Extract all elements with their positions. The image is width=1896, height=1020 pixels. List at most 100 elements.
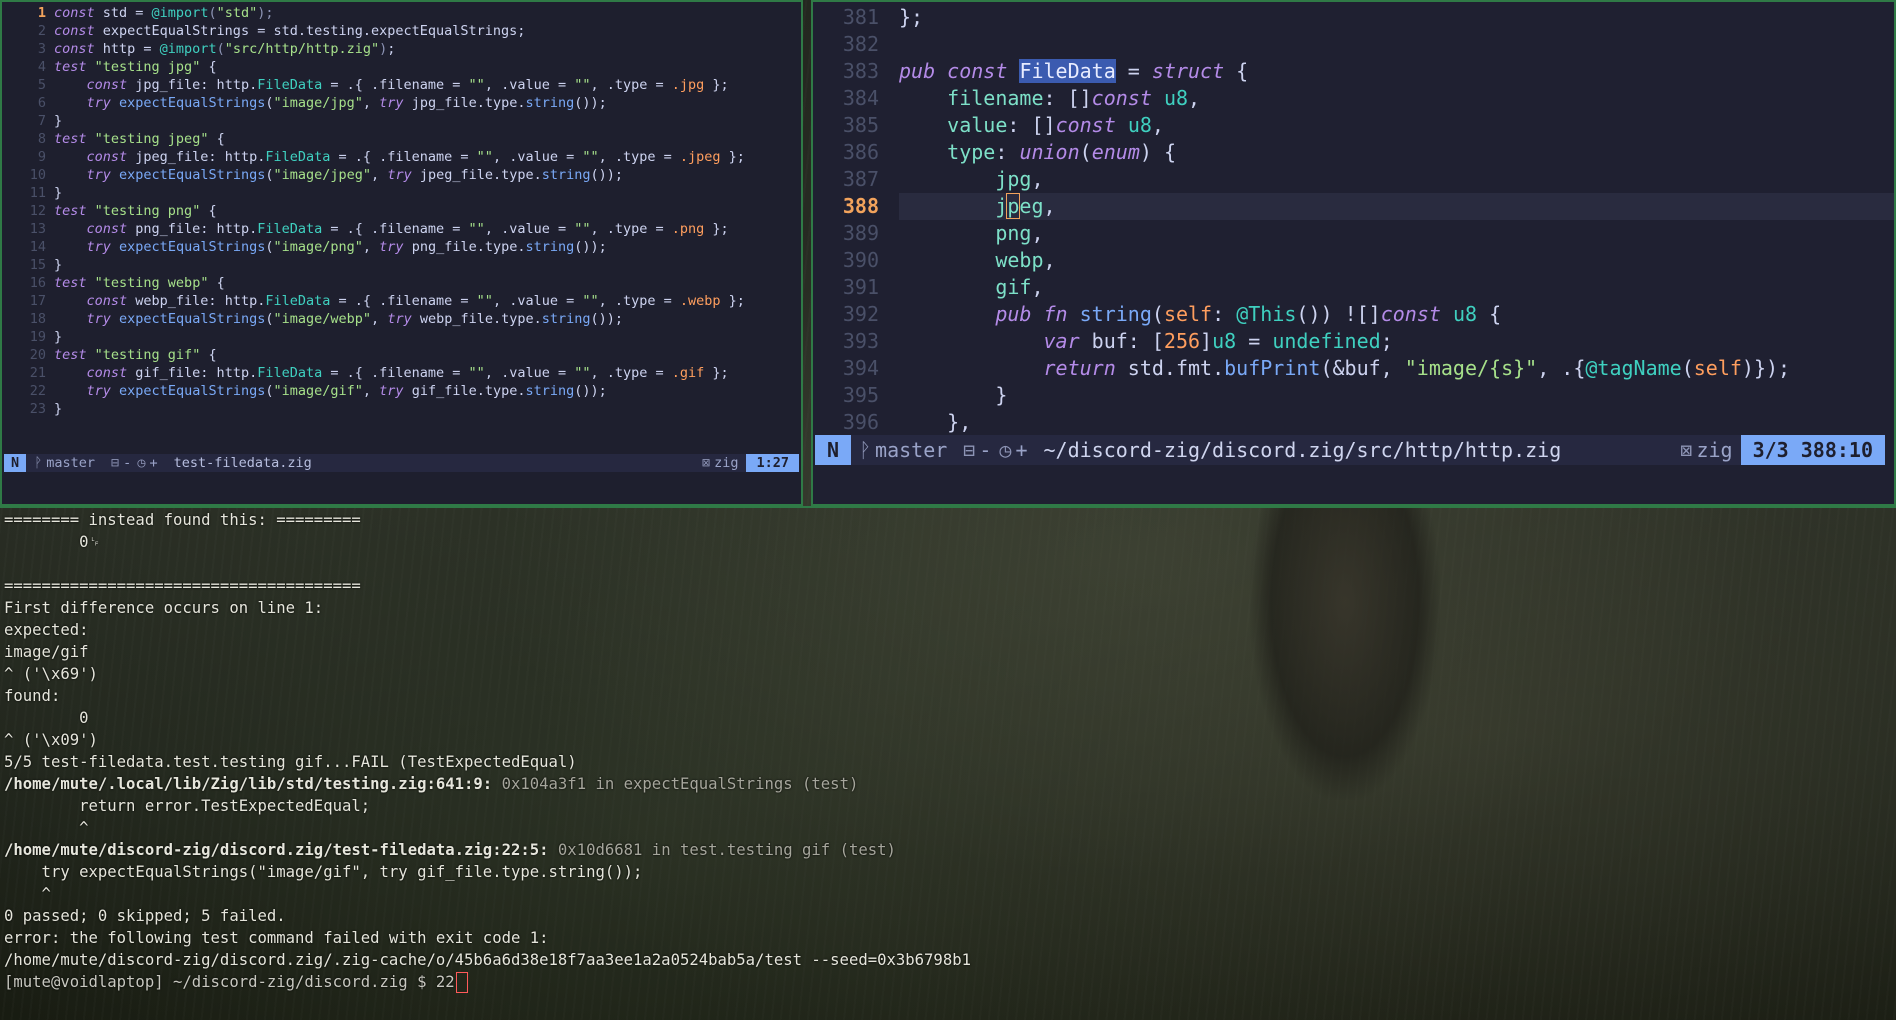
- right-editor-window[interactable]: 381}; 382 383 pub const FileData = struct {…: [811, 0, 1896, 506]
- code-line[interactable]: 388 jpeg,: [813, 193, 1894, 220]
- code-line[interactable]: 385 value: []const u8,: [813, 112, 1894, 139]
- terminal-text: 0 passed; 0 skipped; 5 failed.: [4, 907, 286, 925]
- trace-detail: 0x104a3f1 in expectEqualStrings (test): [492, 775, 859, 793]
- code-line[interactable]: 22 try expectEqualStrings("image/gif", t…: [2, 382, 801, 400]
- line-number: 10: [29, 167, 46, 183]
- code-line[interactable]: 2 const expectEqualStrings = std.testing.…: [2, 22, 801, 40]
- terminal-line: found:: [4, 685, 60, 707]
- terminal-output[interactable]: ======== instead found this: ========= 0…: [0, 506, 1896, 1020]
- code-line[interactable]: 20 test "testing gif" {: [2, 346, 801, 364]
- line-text: pub const FileData = struct {: [899, 59, 1249, 83]
- filetype-label: zig: [714, 455, 739, 471]
- code-line[interactable]: 9 const jpeg_file: http.FileData = .{ .f…: [2, 148, 801, 166]
- branch-icon: ᚹ: [859, 438, 872, 462]
- terminal-line: 0␊: [4, 531, 101, 553]
- terminal-line: First difference occurs on line 1:: [4, 597, 323, 619]
- terminal-line: ^ ('\x09'): [4, 729, 98, 751]
- branch-icon: ᚹ: [34, 455, 43, 471]
- code-line[interactable]: 394 return std.fmt.bufPrint(&buf, "image…: [813, 355, 1894, 382]
- terminal-text: ======================================: [4, 577, 361, 595]
- line-number: 15: [29, 257, 46, 273]
- line-text: value: []const u8,: [947, 113, 1164, 137]
- line-text: try expectEqualStrings("image/gif", try …: [86, 383, 607, 399]
- code-line[interactable]: 7}: [2, 112, 801, 130]
- git-branch: ᚹ master: [851, 435, 955, 465]
- code-line[interactable]: 387 jpg,: [813, 166, 1894, 193]
- line-text: jpeg,: [899, 193, 1894, 220]
- code-line[interactable]: 4 test "testing jpg" {: [2, 58, 801, 76]
- terminal-line: /home/mute/discord-zig/discord.zig/test-…: [4, 839, 896, 861]
- terminal-text: image/gif: [4, 643, 89, 661]
- terminal-text: ^: [4, 885, 51, 903]
- line-text: }: [54, 257, 63, 273]
- line-number: 395: [842, 383, 879, 407]
- code-line[interactable]: 16 test "testing webp" {: [2, 274, 801, 292]
- code-line[interactable]: 10 try expectEqualStrings("image/jpeg", …: [2, 166, 801, 184]
- code-line[interactable]: 12 test "testing png" {: [2, 202, 801, 220]
- line-number: 12: [29, 203, 46, 219]
- code-line[interactable]: 15}: [2, 256, 801, 274]
- code-line[interactable]: 386 type: union(enum) {: [813, 139, 1894, 166]
- line-number: 9: [37, 149, 46, 165]
- line-text: try expectEqualStrings("image/png", try …: [86, 239, 607, 255]
- line-text: jpg,: [995, 167, 1044, 191]
- line-text: test "testing gif" {: [54, 347, 217, 363]
- code-line[interactable]: 389 png,: [813, 220, 1894, 247]
- left-editor-window[interactable]: 1 const std = @import("std"); 2 const expec…: [0, 0, 803, 506]
- line-text: const http = @import("src/http/http.zig"…: [54, 41, 396, 57]
- code-line[interactable]: 396 },: [813, 409, 1894, 436]
- code-line[interactable]: 3 const http = @import("src/http/http.zig…: [2, 40, 801, 58]
- line-text: },: [899, 410, 972, 434]
- left-editor-code[interactable]: 1 const std = @import("std"); 2 const expec…: [2, 4, 801, 418]
- terminal-text: expected:: [4, 621, 89, 639]
- terminal-text: return error.TestExpectedEqual;: [4, 797, 371, 815]
- code-line[interactable]: 5 const jpg_file: http.FileData = .{ .fi…: [2, 76, 801, 94]
- code-line[interactable]: 393 var buf: [256]u8 = undefined;: [813, 328, 1894, 355]
- line-text: const png_file: http.FileData = .{ .file…: [86, 221, 729, 237]
- line-number: 388: [842, 194, 879, 218]
- code-line[interactable]: 18 try expectEqualStrings("image/webp", …: [2, 310, 801, 328]
- right-editor-code[interactable]: 381}; 382 383 pub const FileData = struct {…: [813, 4, 1894, 436]
- line-text: test "testing jpg" {: [54, 59, 217, 75]
- shell-prompt[interactable]: [mute@voidlaptop] ~/discord-zig/discord.…: [4, 971, 468, 993]
- code-line[interactable]: 21 const gif_file: http.FileData = .{ .f…: [2, 364, 801, 382]
- line-number: 23: [29, 401, 46, 417]
- code-line[interactable]: 19}: [2, 328, 801, 346]
- code-line[interactable]: 6 try expectEqualStrings("image/jpg", tr…: [2, 94, 801, 112]
- code-line[interactable]: 392 pub fn string(self: @This()) ![]cons…: [813, 301, 1894, 328]
- branch-name: master: [875, 438, 948, 462]
- terminal-text: [mute@voidlaptop] ~/discord-zig/discord.…: [4, 973, 455, 991]
- code-line[interactable]: 381};: [813, 4, 1894, 31]
- code-line[interactable]: 384 filename: []const u8,: [813, 85, 1894, 112]
- code-line[interactable]: 13 const png_file: http.FileData = .{ .f…: [2, 220, 801, 238]
- code-line[interactable]: 383 pub const FileData = struct {: [813, 58, 1894, 85]
- terminal-line: error: the following test command failed…: [4, 927, 549, 949]
- terminal-text: ^ ('\x69'): [4, 665, 98, 683]
- trace-location: /home/mute/.local/lib/Zig/lib/std/testin…: [4, 775, 493, 793]
- terminal-line: try expectEqualStrings("image/gif", try …: [4, 861, 643, 883]
- file-path: ~/discord-zig/discord.zig/src/http/http.…: [1043, 438, 1562, 462]
- line-text: }: [54, 329, 63, 345]
- line-number: 392: [842, 302, 879, 326]
- filetype-label: zig: [1696, 438, 1733, 462]
- code-line[interactable]: 23}: [2, 400, 801, 418]
- code-line[interactable]: 14 try expectEqualStrings("image/png", t…: [2, 238, 801, 256]
- line-number: 393: [842, 329, 879, 353]
- code-line[interactable]: 17 const webp_file: http.FileData = .{ .…: [2, 292, 801, 310]
- code-line[interactable]: 1 const std = @import("std");: [2, 4, 801, 22]
- code-line[interactable]: 382: [813, 31, 1894, 58]
- line-number: 394: [842, 356, 879, 380]
- line-text: }: [54, 401, 63, 417]
- terminal-line: return error.TestExpectedEqual;: [4, 795, 370, 817]
- code-line[interactable]: 391 gif,: [813, 274, 1894, 301]
- line-text: const gif_file: http.FileData = .{ .file…: [86, 365, 729, 381]
- line-number: 2: [37, 23, 46, 39]
- code-line[interactable]: 11}: [2, 184, 801, 202]
- code-line[interactable]: 395 }: [813, 382, 1894, 409]
- code-line[interactable]: 8 test "testing jpeg" {: [2, 130, 801, 148]
- line-number: 4: [37, 59, 46, 75]
- terminal-text: 0␊: [4, 533, 101, 551]
- line-text: test "testing webp" {: [54, 275, 225, 291]
- code-line[interactable]: 390 webp,: [813, 247, 1894, 274]
- terminal-text: ^ ('\x09'): [4, 731, 98, 749]
